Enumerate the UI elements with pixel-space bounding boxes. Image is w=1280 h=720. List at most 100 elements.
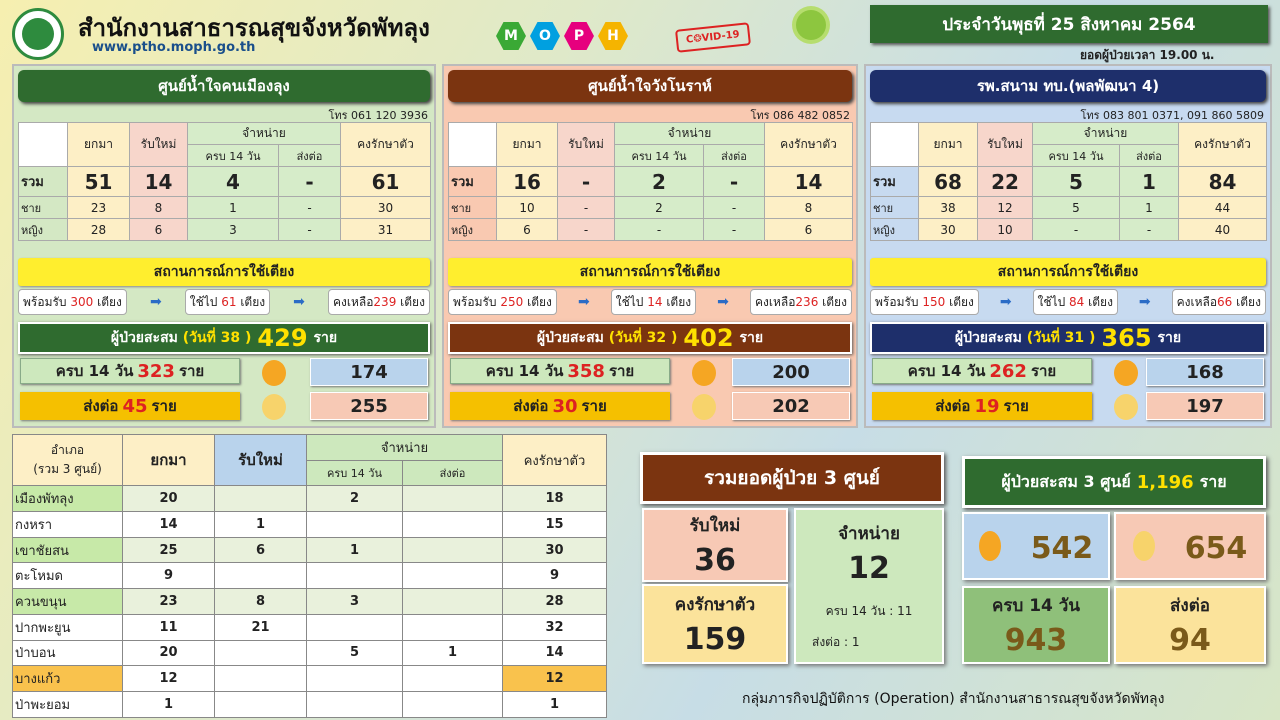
col-transfer: ส่งต่อ: [402, 459, 503, 487]
bed-unit: เตียง: [666, 294, 692, 309]
cell: -: [703, 196, 765, 219]
cell: 9: [502, 562, 607, 590]
cum3-girls: 654: [1184, 530, 1248, 566]
col-discharge: จำหน่าย: [187, 122, 341, 145]
c14-label: ครบ 14 วัน: [485, 362, 564, 380]
bed-left-value: 236: [795, 295, 819, 309]
cell: 10: [496, 196, 558, 219]
time-note: ยอดผู้ป่วยเวลา 19.00 น.: [1080, 48, 1215, 62]
bed-left: คงเหลือ 66 เตียง: [1171, 289, 1266, 315]
cell: 23: [67, 196, 130, 219]
transfer-box: ส่งต่อ 30 ราย: [450, 392, 670, 420]
website-link[interactable]: www.ptho.moph.go.th: [92, 40, 255, 55]
cell: -: [614, 218, 704, 241]
send-unit: ราย: [151, 397, 177, 415]
cell: 12: [977, 196, 1033, 219]
total-new-value: 36: [694, 543, 736, 578]
cell: 18: [502, 485, 607, 513]
cell: 51: [67, 166, 130, 197]
bed-title: สถานการณ์การใช้เตียง: [18, 258, 430, 286]
cell: 32: [502, 613, 607, 641]
bed-title: สถานการณ์การใช้เตียง: [870, 258, 1266, 286]
bed-status: พร้อมรับ 150 เตียง ➡ ใช้ไป 84 เตียง ➡ คง…: [870, 288, 1266, 316]
bed-ready: พร้อมรับ 250 เตียง: [448, 289, 557, 315]
girl-icon: [692, 394, 716, 420]
cell: 16: [496, 166, 558, 197]
center-title: รพ.สนาม ทบ.(พลพัฒนา 4): [870, 70, 1266, 102]
cell: 2: [306, 485, 403, 513]
cell: [402, 588, 503, 615]
arrow-icon: ➡: [717, 294, 729, 310]
col-discharge: จำหน่าย: [306, 434, 503, 461]
district-name: บางแก้ว: [12, 665, 123, 692]
cell: [306, 613, 403, 641]
send-unit: ราย: [581, 397, 607, 415]
virus-icon: [796, 10, 826, 40]
center-table: ยกมา รับใหม่ จำหน่าย คงรักษาตัว ครบ 14 วันส…: [870, 122, 1267, 241]
cum3-send-box: ส่งต่อ 94: [1114, 586, 1266, 664]
table-row: ป่าพะยอม 1 1: [12, 690, 607, 718]
district-subheader: (รวม 3 ศูนย์): [33, 462, 102, 477]
district-name: ป่าพะยอม: [12, 690, 123, 718]
col-new: รับใหม่: [214, 433, 307, 487]
cell: 14: [129, 166, 188, 197]
row-label: หญิง: [18, 218, 68, 241]
cell: 1: [214, 511, 307, 538]
cell: 1: [502, 690, 607, 718]
c14-unit: ราย: [608, 362, 635, 380]
arrow-icon: ➡: [999, 294, 1012, 310]
girl-count: 202: [732, 392, 850, 420]
bed-label: ใช้ไป: [1037, 294, 1066, 309]
cell: 9: [122, 562, 215, 590]
bed-left-value: 66: [1217, 295, 1233, 309]
cum-value: 429: [257, 324, 308, 352]
row-label: ชาย: [870, 196, 919, 219]
bed-ready-value: 300: [70, 295, 94, 309]
bed-label: คงเหลือ: [1176, 294, 1218, 309]
row-label: ชาย: [448, 196, 497, 219]
cell: 28: [67, 218, 130, 241]
cell: 8: [764, 196, 853, 219]
cell: 44: [1178, 196, 1267, 219]
complete14-box: ครบ 14 วัน 358 ราย: [450, 358, 670, 384]
cell: 2: [614, 166, 704, 197]
cell: [306, 511, 403, 538]
boy-count: 200: [732, 358, 850, 386]
cum-value: 402: [683, 324, 734, 352]
c14-value: 323: [137, 360, 175, 382]
cell: 3: [187, 218, 279, 241]
moph-logo: [12, 8, 64, 60]
bed-label: คงเหลือ: [332, 294, 374, 309]
col-remaining: คงรักษาตัว: [764, 122, 853, 167]
bed-ready-value: 250: [500, 295, 524, 309]
girl-icon: [262, 394, 286, 420]
send-value: 19: [974, 395, 1000, 417]
arrow-icon: ➡: [577, 294, 590, 310]
bed-ready-value: 150: [922, 295, 946, 309]
cell: [402, 485, 503, 513]
cell: 84: [1178, 166, 1267, 197]
col-remaining: คงรักษาตัว: [340, 122, 431, 167]
bed-ready: พร้อมรับ 150 เตียง: [870, 289, 979, 315]
col-discharge: จำหน่าย: [614, 122, 765, 145]
cum3-label: ผู้ป่วยสะสม 3 ศูนย์: [1001, 471, 1131, 491]
send-label: ส่งต่อ: [83, 397, 119, 415]
date-banner: ประจำวันพุธที่ 25 สิงหาคม 2564: [870, 5, 1268, 43]
cell: [214, 485, 307, 513]
cell: 12: [122, 665, 215, 692]
col-new: รับใหม่: [129, 122, 188, 167]
bed-label: พร้อมรับ: [23, 294, 67, 309]
cum-header: ผู้ป่วยสะสม (วันที่ 31 ) 365 ราย: [870, 322, 1266, 354]
cell: 3: [306, 588, 403, 615]
cell: 23: [122, 588, 215, 615]
cell: 6: [496, 218, 558, 241]
cell: -: [703, 218, 765, 241]
cell: 14: [764, 166, 853, 197]
c14-value: 262: [989, 360, 1027, 382]
row-label: รวม: [18, 166, 68, 197]
col-transfer: ส่งต่อ: [703, 144, 765, 167]
girl-count: 197: [1146, 392, 1264, 420]
bed-ready: พร้อมรับ 300 เตียง: [18, 289, 127, 315]
col-c14: ครบ 14 วัน: [187, 144, 279, 167]
cell: 31: [340, 218, 431, 241]
